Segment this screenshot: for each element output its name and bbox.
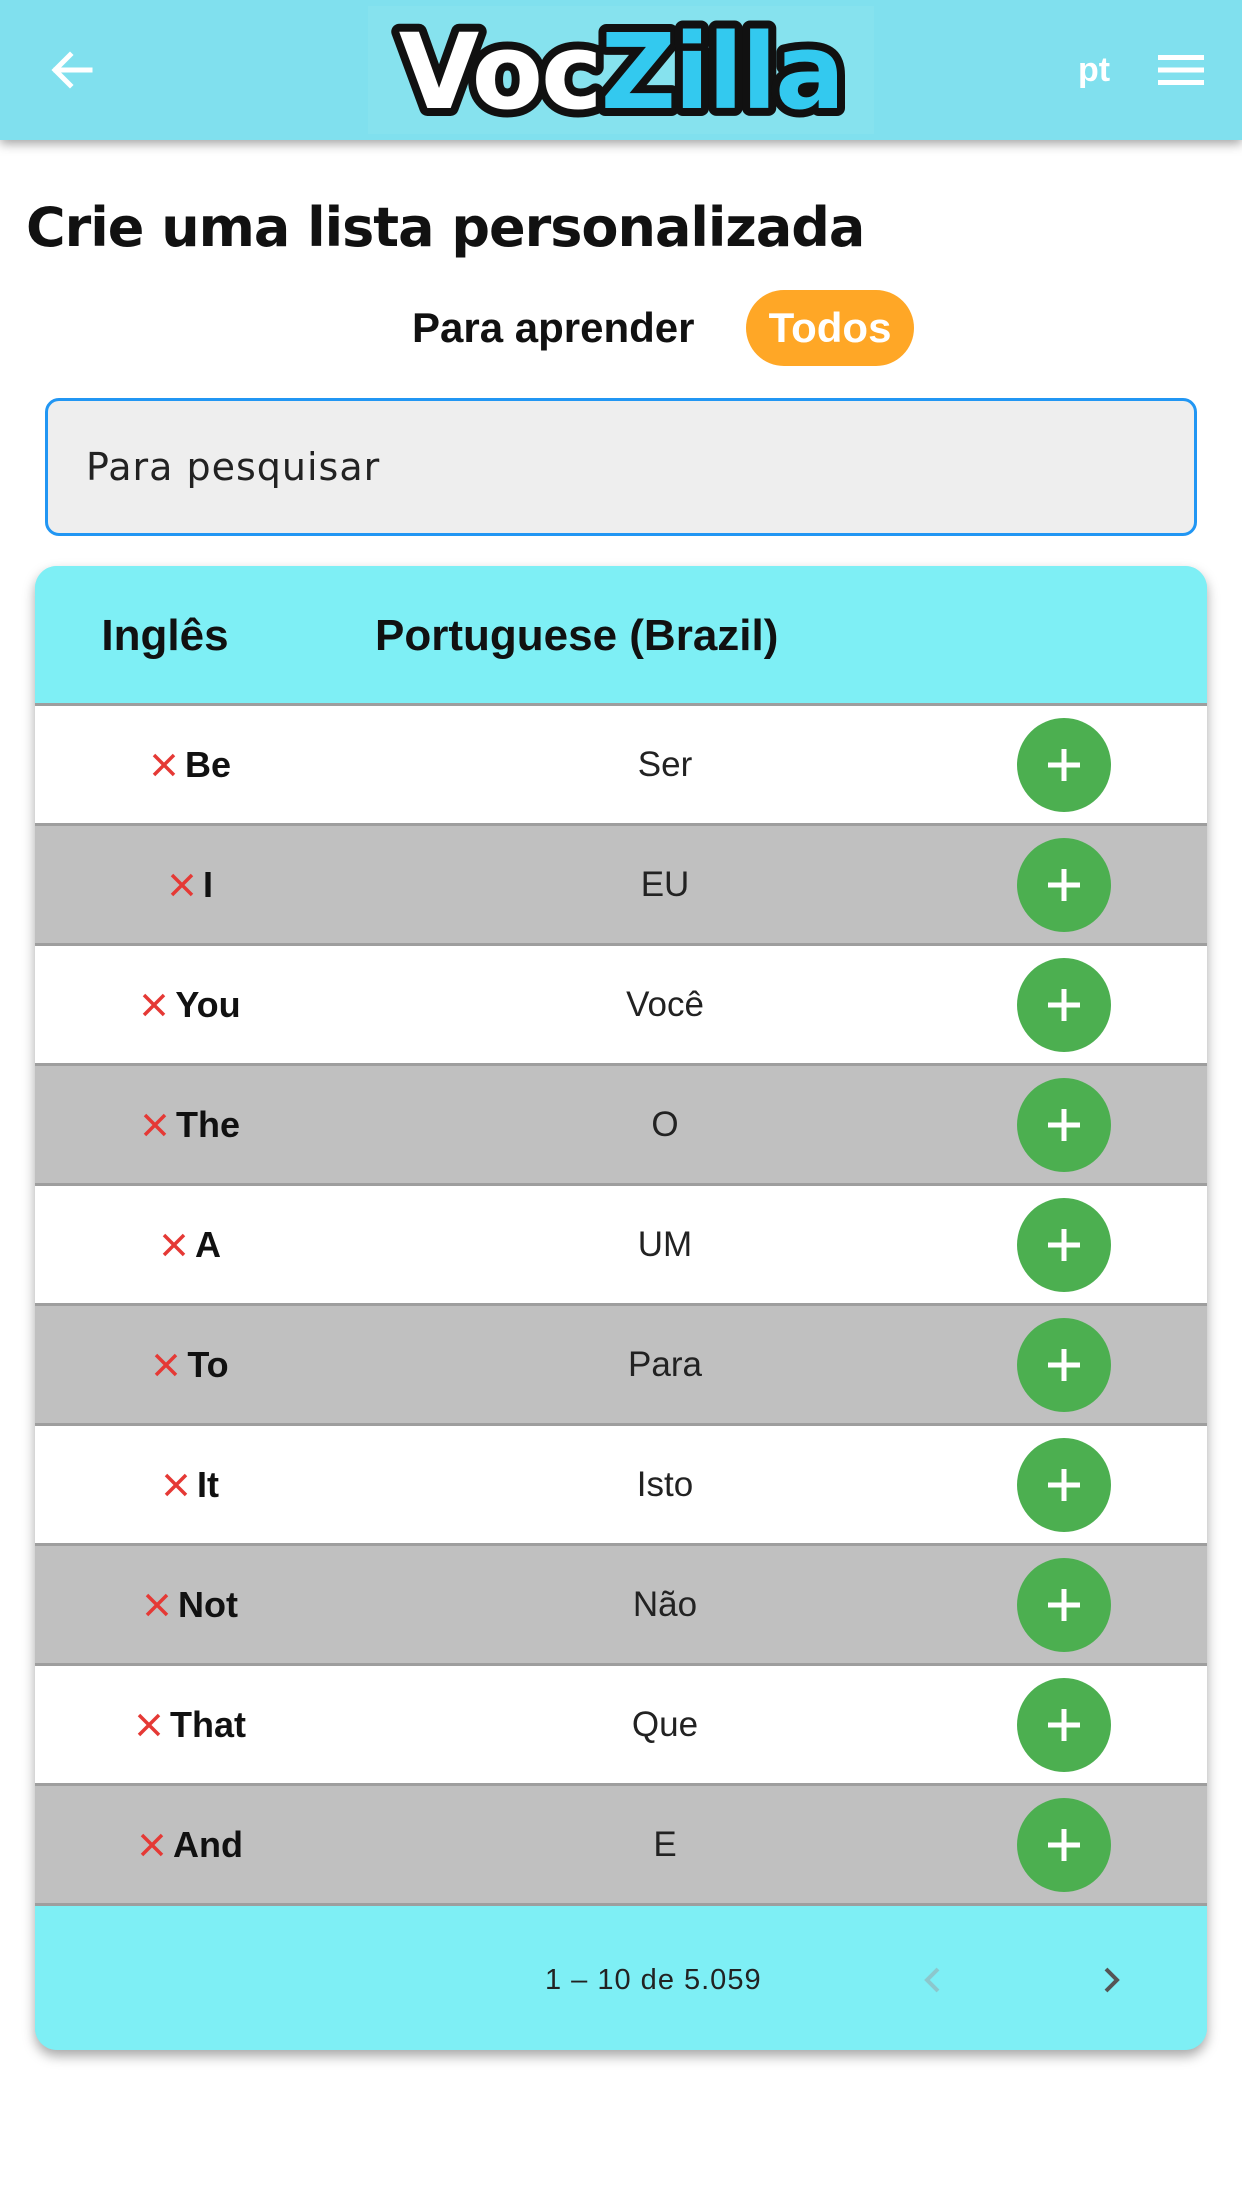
x-icon [170,873,194,896]
voczilla-logo: VocZilla VocZilla [368,6,874,134]
table-row: A UM [35,1186,1207,1306]
english-word-cell[interactable]: Not [35,1546,345,1663]
app-bar: VocZilla VocZilla pt [0,0,1242,140]
english-word: I [202,863,213,905]
add-word-button[interactable] [1017,1678,1111,1772]
english-word-cell[interactable]: That [35,1666,345,1783]
english-word: That [170,1703,246,1745]
plus-icon [1048,1109,1080,1141]
chevron-left-icon [924,1967,940,1993]
page-title: Crie uma lista personalizada [26,196,865,259]
table-row: I EU [35,826,1207,946]
x-icon [152,753,176,776]
x-icon [162,1233,186,1256]
english-word-cell[interactable]: To [35,1306,345,1423]
menu-button[interactable] [1154,46,1210,94]
table-row: That Que [35,1666,1207,1786]
portuguese-word: Não [632,1585,698,1624]
previous-page-button[interactable] [911,1958,955,2002]
arrow-left-icon [51,51,93,89]
hamburger-menu-icon [1158,55,1204,85]
english-word-cell[interactable]: Be [35,706,345,823]
english-word: You [175,983,241,1025]
plus-icon [1048,1229,1080,1261]
english-word: To [187,1343,229,1385]
english-word-cell[interactable]: The [35,1066,345,1183]
table-row: The O [35,1066,1207,1186]
plus-icon [1048,1589,1080,1621]
column-header-portuguese: Portuguese (Brazil) [375,611,779,660]
logo-text-zilla: Zilla [601,11,844,132]
english-word-cell[interactable]: A [35,1186,345,1303]
english-word: It [197,1463,219,1505]
table-body: Be Ser I EU You Você The O A UM To Para … [35,706,1207,1906]
plus-icon [1048,1349,1080,1381]
chevron-right-icon [1104,1967,1120,1993]
plus-icon [1048,1829,1080,1861]
logo-text-voc: Voc [399,11,601,132]
x-icon [145,1593,169,1616]
back-button[interactable] [44,42,100,98]
portuguese-word: EU [640,865,690,904]
table-header: Inglês Portuguese (Brazil) [35,566,1207,706]
add-word-button[interactable] [1017,958,1111,1052]
table-row: To Para [35,1306,1207,1426]
x-icon [140,1833,164,1856]
plus-icon [1048,1709,1080,1741]
filter-all-button[interactable]: Todos [746,290,914,366]
table-pagination: 1 – 10 de 5.059 [35,1910,1207,2050]
english-word-cell[interactable]: I [35,826,345,943]
english-word: Not [178,1583,238,1625]
table-row: You Você [35,946,1207,1066]
plus-icon [1048,869,1080,901]
english-word-cell[interactable]: It [35,1426,345,1543]
filter-to-learn-button[interactable]: Para aprender [412,300,694,356]
table-row: Not Não [35,1546,1207,1666]
portuguese-word: Que [631,1705,699,1744]
english-word-cell[interactable]: And [35,1786,345,1903]
x-icon [143,993,166,1016]
add-word-button[interactable] [1017,1198,1111,1292]
language-selector[interactable]: pt [1072,48,1116,92]
search-input[interactable] [86,445,1194,489]
word-table: Inglês Portuguese (Brazil) Be Ser I EU Y… [35,566,1207,2050]
english-word-cell[interactable]: You [35,946,345,1063]
add-word-button[interactable] [1017,1318,1111,1412]
next-page-button[interactable] [1089,1958,1133,2002]
svg-text:VocZilla: VocZilla [399,11,843,132]
plus-icon [1048,749,1080,781]
table-row: And E [35,1786,1207,1906]
portuguese-word: Isto [636,1465,694,1504]
filter-toggle: Para aprender Todos [0,290,1242,366]
column-header-english: Inglês [101,611,229,660]
english-word: A [195,1223,221,1265]
add-word-button[interactable] [1017,838,1111,932]
portuguese-word: UM [637,1225,693,1264]
add-word-button[interactable] [1017,1078,1111,1172]
add-word-button[interactable] [1017,1558,1111,1652]
english-word: The [175,1103,240,1145]
english-word: And [173,1823,243,1865]
x-icon [164,1473,188,1496]
plus-icon [1048,989,1080,1021]
add-word-button[interactable] [1017,1438,1111,1532]
table-row: Be Ser [35,706,1207,826]
pagination-range: 1 – 10 de 5.059 [545,1964,762,1996]
table-row: It Isto [35,1426,1207,1546]
plus-icon [1048,1469,1080,1501]
add-word-button[interactable] [1017,718,1111,812]
portuguese-word: O [651,1105,679,1144]
english-word: Be [184,743,232,785]
add-word-button[interactable] [1017,1798,1111,1892]
x-icon [155,1353,178,1376]
portuguese-word: E [653,1825,677,1864]
portuguese-word: Você [626,985,704,1024]
portuguese-word: Para [628,1345,702,1384]
search-field[interactable] [45,398,1197,536]
portuguese-word: Ser [637,745,693,784]
x-icon [143,1113,167,1136]
x-icon [137,1713,161,1736]
